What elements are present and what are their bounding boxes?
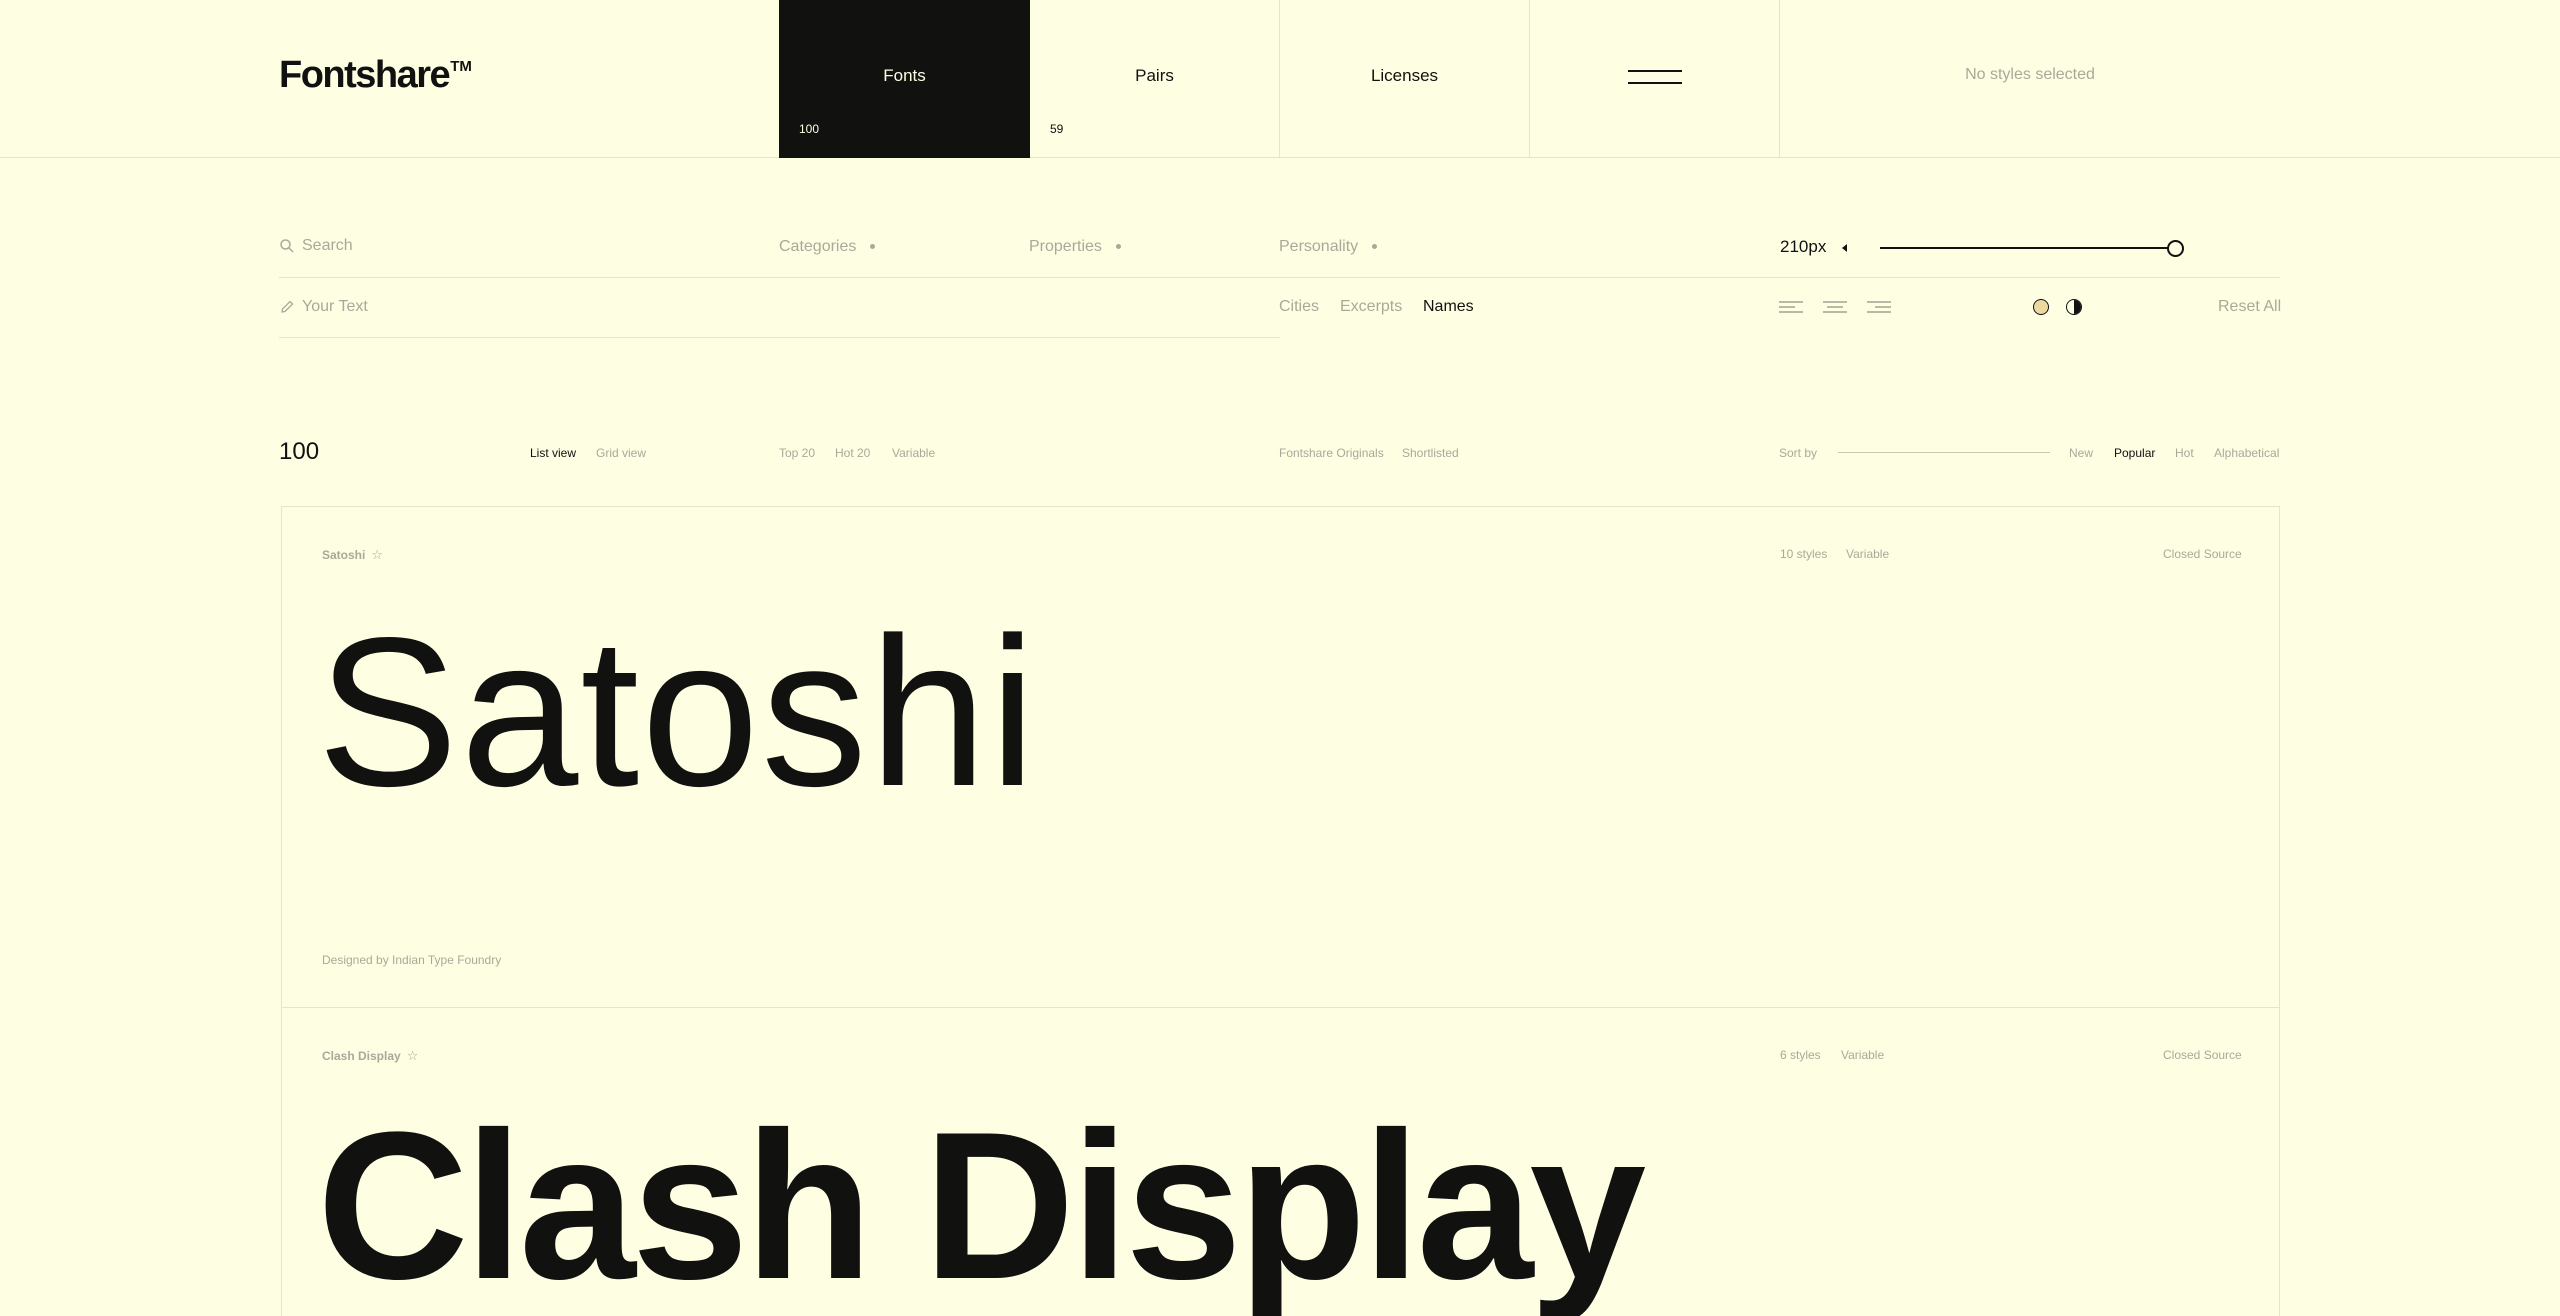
nav-tab-label: Fonts (883, 66, 926, 85)
personality-label: Personality (1279, 238, 1359, 255)
custom-text-input[interactable]: Your Text (302, 298, 368, 316)
grid-view-toggle[interactable]: Grid view (596, 446, 646, 460)
sort-popular[interactable]: Popular (2114, 446, 2155, 460)
selected-styles-status[interactable]: No styles selected (1780, 66, 2280, 84)
font-card[interactable]: Satoshi ☆ 10 styles Variable Closed Sourc… (281, 506, 2280, 1008)
font-size-slider[interactable] (1880, 247, 2176, 249)
divider (279, 337, 1280, 338)
pencil-icon (279, 299, 295, 315)
font-card-header: Clash Display ☆ (322, 1048, 418, 1064)
list-view-toggle[interactable]: List view (530, 446, 576, 460)
text-tab-cities[interactable]: Cities (1279, 298, 1319, 316)
hamburger-menu-icon[interactable] (1628, 68, 1682, 86)
align-left-icon[interactable] (1779, 300, 1803, 314)
license-label: Closed Source (2163, 547, 2242, 561)
nav-tab-label: Licenses (1370, 66, 1439, 85)
size-decrease-icon[interactable] (1842, 244, 1847, 252)
divider (279, 277, 2280, 278)
dropdown-dot-icon (1115, 244, 1121, 250)
align-right-icon[interactable] (1867, 300, 1891, 314)
text-tab-excerpts[interactable]: Excerpts (1340, 298, 1402, 316)
filter-hot-20[interactable]: Hot 20 (835, 446, 870, 460)
nav-tab-count: 59 (1050, 122, 1064, 136)
sort-hot[interactable]: Hot (2175, 446, 2194, 460)
dropdown-dot-icon (1372, 244, 1378, 250)
star-icon[interactable]: ☆ (371, 547, 383, 563)
sort-by-label: Sort by (1779, 446, 1818, 460)
font-specimen[interactable]: Clash Display (317, 1090, 1646, 1316)
nav-tab-fonts[interactable]: Fonts 100 (779, 0, 1030, 158)
categories-dropdown[interactable]: Categories (779, 238, 876, 256)
license-label: Closed Source (2163, 1048, 2242, 1062)
site-header: FontshareTM Fonts 100 Pairs 59 Licenses … (0, 0, 2560, 158)
font-styles-count: 6 styles (1780, 1048, 1821, 1062)
contrast-toggle-icon[interactable] (2066, 299, 2082, 315)
text-tab-names[interactable]: Names (1423, 298, 1474, 316)
font-name[interactable]: Clash Display (322, 1049, 401, 1063)
font-name[interactable]: Satoshi (322, 548, 365, 562)
personality-dropdown[interactable]: Personality (1279, 238, 1378, 256)
font-card[interactable]: Clash Display ☆ 6 styles Variable Closed … (281, 1007, 2280, 1316)
star-icon[interactable]: ☆ (407, 1048, 419, 1064)
filter-shortlisted[interactable]: Shortlisted (1402, 446, 1459, 460)
font-count: 100 (279, 438, 320, 465)
nav-tab-label: Pairs (1135, 66, 1174, 85)
search-icon (279, 238, 297, 256)
properties-dropdown[interactable]: Properties (1029, 238, 1121, 256)
slider-handle[interactable] (2167, 240, 2184, 257)
dropdown-dot-icon (870, 244, 876, 250)
filter-fontshare-originals[interactable]: Fontshare Originals (1279, 446, 1384, 460)
nav-tab-count: 100 (799, 122, 820, 136)
sort-divider (1838, 452, 2050, 453)
variable-badge: Variable (1846, 547, 1890, 561)
nav-tab-pairs[interactable]: Pairs 59 (1030, 0, 1280, 158)
search-input[interactable]: Search (302, 237, 353, 255)
sort-alphabetical[interactable]: Alphabetical (2214, 446, 2279, 460)
fontshare-logo[interactable]: FontshareTM (279, 54, 472, 97)
align-center-icon[interactable] (1823, 300, 1847, 314)
sort-new[interactable]: New (2069, 446, 2093, 460)
reset-all-button[interactable]: Reset All (2218, 298, 2281, 316)
nav-tab-licenses[interactable]: Licenses (1280, 0, 1530, 158)
font-styles-count: 10 styles (1780, 547, 1828, 561)
filter-variable[interactable]: Variable (892, 446, 935, 460)
menu-cell (1530, 0, 1780, 158)
properties-label: Properties (1029, 238, 1102, 255)
designer-credit: Designed by Indian Type Foundry (322, 953, 502, 967)
variable-badge: Variable (1841, 1048, 1885, 1062)
categories-label: Categories (779, 238, 857, 255)
font-card-header: Satoshi ☆ (322, 547, 383, 563)
filter-top-20[interactable]: Top 20 (779, 446, 815, 460)
font-specimen[interactable]: Satoshi (317, 595, 1038, 828)
color-theme-icon[interactable] (2033, 299, 2049, 315)
font-size-value: 210px (1780, 237, 1827, 256)
